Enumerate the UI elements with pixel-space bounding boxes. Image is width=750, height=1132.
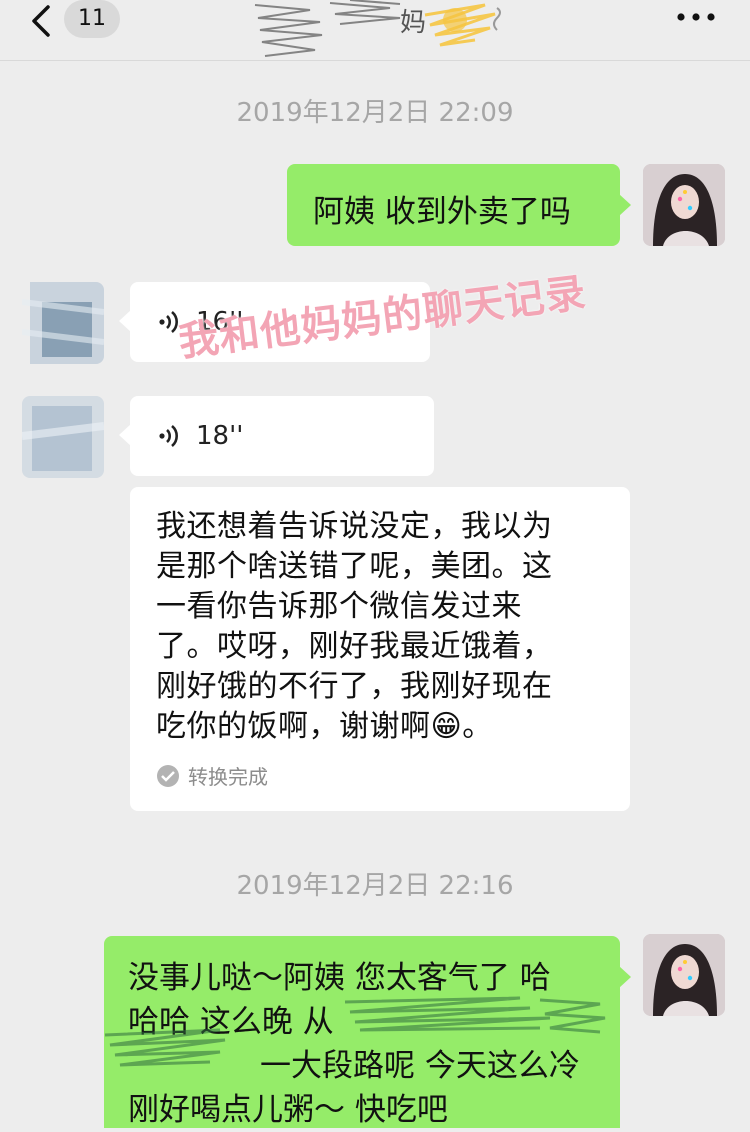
girl-emoji-icon bbox=[424, 3, 501, 47]
bubble-tail bbox=[119, 424, 131, 446]
timestamp: 2019年12月2日 22:16 bbox=[236, 871, 514, 901]
bubble-tail bbox=[619, 966, 631, 988]
check-circle-icon bbox=[157, 764, 179, 787]
timestamp: 2019年12月2日 22:09 bbox=[236, 98, 514, 128]
self-avatar[interactable] bbox=[643, 164, 725, 246]
transcript-status: 转换完成 bbox=[156, 761, 604, 790]
contact-avatar[interactable] bbox=[22, 282, 104, 364]
unread-count-badge[interactable]: 11 bbox=[64, 0, 120, 38]
avatar-image bbox=[643, 164, 725, 246]
avatar-image bbox=[22, 282, 104, 364]
avatar-image bbox=[643, 934, 725, 1016]
received-voice-bubble[interactable]: 18'' bbox=[130, 396, 434, 476]
sent-message-bubble[interactable]: 阿姨 收到外卖了吗 bbox=[287, 164, 620, 246]
chat-header: 11 妈 bbox=[0, 0, 750, 61]
redaction-scribble bbox=[104, 996, 606, 1067]
message-text: 阿姨 收到外卖了吗 bbox=[313, 194, 571, 230]
contact-avatar[interactable] bbox=[22, 396, 104, 478]
voice-transcript-bubble[interactable]: 我还想着告诉说没定，我以为 是那个啥送错了呢，美团。这 一看你告诉那个微信发过来… bbox=[130, 487, 630, 811]
avatar-image bbox=[22, 396, 104, 478]
voice-duration: 18'' bbox=[196, 421, 244, 451]
self-avatar[interactable] bbox=[643, 934, 725, 1016]
transcript-text: 我还想着告诉说没定，我以为 是那个啥送错了呢，美团。这 一看你告诉那个微信发过来… bbox=[156, 509, 553, 744]
back-chevron-icon[interactable] bbox=[26, 4, 56, 38]
chat-title: 妈 bbox=[250, 0, 520, 57]
bubble-tail bbox=[119, 310, 131, 332]
more-dots-icon[interactable] bbox=[676, 12, 716, 22]
voice-wave-icon bbox=[159, 425, 178, 447]
bubble-tail bbox=[619, 194, 631, 216]
